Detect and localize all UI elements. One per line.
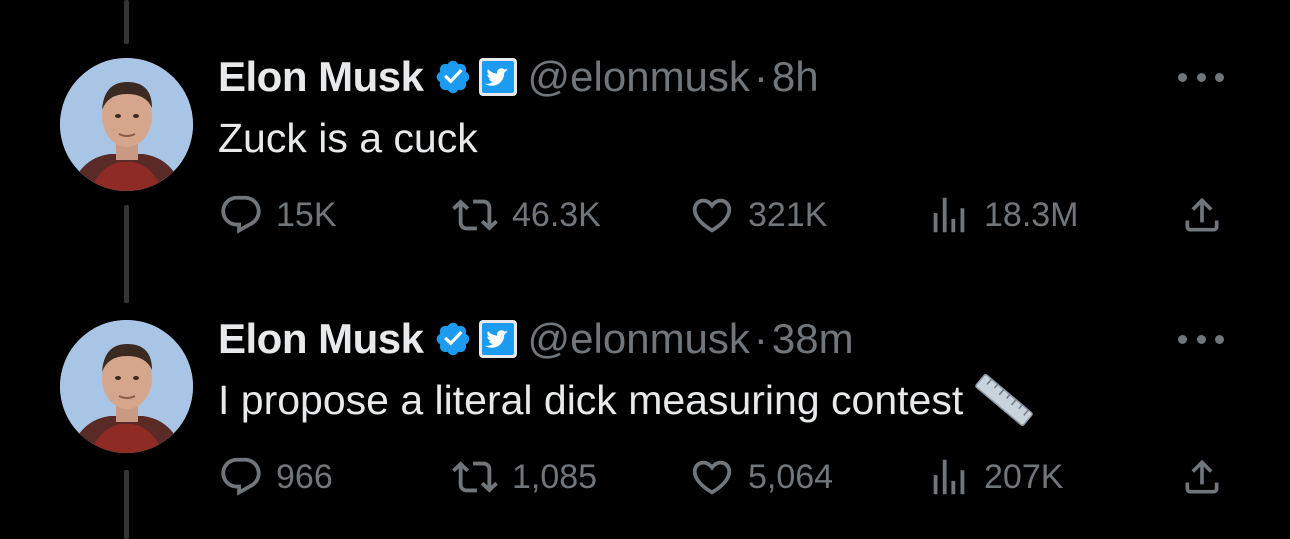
reply-button[interactable]: 966	[218, 452, 333, 502]
views-count: 18.3M	[984, 195, 1079, 234]
author-name[interactable]: Elon Musk	[218, 53, 424, 101]
share-upload-icon	[1185, 459, 1219, 494]
avatar[interactable]	[60, 58, 193, 191]
retweet-button[interactable]: 46.3K	[450, 190, 601, 240]
share-upload-icon	[1185, 197, 1219, 232]
action-bar: 15K 46.3K 321K 18.3M	[218, 190, 1228, 240]
retweet-button[interactable]: 1,085	[450, 452, 597, 502]
like-count: 321K	[748, 195, 828, 234]
reply-count: 966	[276, 457, 333, 496]
heart-icon	[692, 198, 732, 233]
heart-icon	[692, 460, 732, 495]
tweet-header: Elon Musk @elonmusk · 38m	[218, 309, 854, 369]
tweet-text: Zuck is a cuck	[218, 110, 478, 166]
retweet-icon	[452, 199, 498, 231]
views-button[interactable]: 207K	[926, 452, 1063, 502]
reply-bubble-icon	[221, 195, 261, 234]
reply-button[interactable]: 15K	[218, 190, 337, 240]
timestamp[interactable]: 8h	[772, 53, 819, 101]
share-button[interactable]	[1180, 190, 1224, 240]
author-handle[interactable]: @elonmusk	[528, 53, 750, 101]
timestamp[interactable]: 38m	[772, 315, 854, 363]
twitter-bird-badge-icon[interactable]	[478, 57, 518, 97]
avatar-image	[60, 58, 193, 191]
views-chart-icon	[933, 197, 965, 233]
verified-badge-icon[interactable]	[434, 58, 472, 96]
tweet[interactable]: Elon Musk @elonmusk · 8h Zuck is a cuck	[0, 0, 1290, 234]
more-dots-icon[interactable]	[1178, 332, 1224, 346]
tweet-header: Elon Musk @elonmusk · 8h	[218, 47, 819, 107]
straight-ruler-emoji-icon	[975, 371, 1034, 429]
retweet-icon	[452, 461, 498, 493]
tweet-text-content: I propose a literal dick measuring conte…	[218, 376, 964, 423]
views-chart-icon	[933, 459, 965, 495]
tweet-text: I propose a literal dick measuring conte…	[218, 370, 1034, 430]
reply-count: 15K	[276, 195, 337, 234]
avatar[interactable]	[60, 320, 193, 453]
share-button[interactable]	[1180, 452, 1224, 502]
separator-dot: ·	[753, 53, 768, 100]
author-name[interactable]: Elon Musk	[218, 315, 424, 363]
separator-dot: ·	[753, 315, 768, 362]
twitter-bird-badge-icon[interactable]	[478, 319, 518, 359]
retweet-count: 1,085	[512, 457, 598, 496]
like-button[interactable]: 321K	[688, 190, 827, 240]
tweet-text-content: Zuck is a cuck	[218, 114, 478, 161]
author-handle[interactable]: @elonmusk	[528, 315, 750, 363]
views-button[interactable]: 18.3M	[926, 190, 1079, 240]
more-dots-icon[interactable]	[1178, 70, 1224, 84]
views-count: 207K	[984, 457, 1064, 496]
like-button[interactable]: 5,064	[688, 452, 833, 502]
tweet[interactable]: Elon Musk @elonmusk · 38m I propose a li…	[0, 262, 1290, 496]
verified-badge-icon[interactable]	[434, 320, 472, 358]
retweet-count: 46.3K	[512, 195, 601, 234]
avatar-image	[60, 320, 193, 453]
reply-bubble-icon	[221, 457, 261, 496]
action-bar: 966 1,085 5,064 207K	[218, 452, 1228, 502]
like-count: 5,064	[748, 457, 834, 496]
